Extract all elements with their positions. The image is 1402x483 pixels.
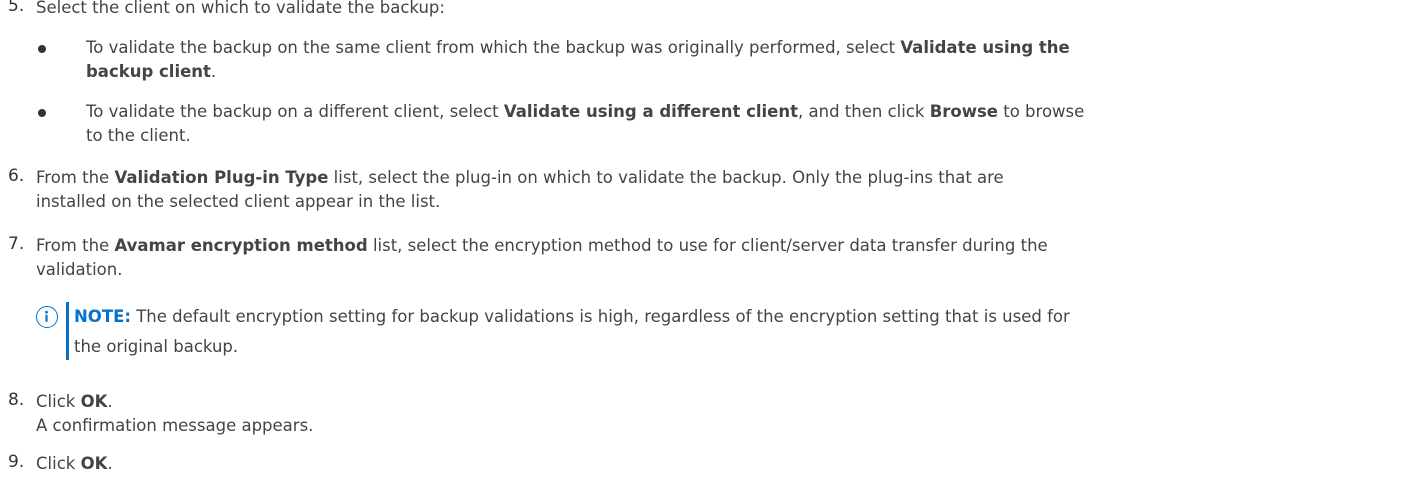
ui-label: Avamar encryption method <box>114 236 368 255</box>
step-number: 5. <box>8 0 25 16</box>
step-7: 7. From the Avamar encryption method lis… <box>8 234 1048 279</box>
ui-label: OK <box>80 454 108 473</box>
step-number: 7. <box>8 234 25 254</box>
bullet-dot-icon <box>38 45 46 53</box>
bullet-dot-icon <box>38 109 46 117</box>
step-5: 5. Select the client on which to validat… <box>0 0 1392 20</box>
step-number: 6. <box>8 166 25 186</box>
note-label: NOTE: <box>74 307 131 326</box>
step-text: Select the client on which to validate t… <box>36 0 445 17</box>
bullet-item: To validate the backup on a different cl… <box>38 100 1392 148</box>
step-number: 9. <box>8 452 25 472</box>
info-icon <box>36 306 58 328</box>
step-8: 8. Click OK. A confirmation message appe… <box>8 390 314 435</box>
ui-label: OK <box>80 392 108 411</box>
step-9: 9. Click OK. <box>8 452 113 473</box>
ui-label: Browse <box>929 102 998 121</box>
bullet-item: To validate the backup on the same clien… <box>38 36 1392 84</box>
ui-label: Validate using the <box>900 38 1070 57</box>
note-callout: NOTE: The default encryption setting for… <box>36 302 1392 360</box>
ui-label: Validate using a different client <box>503 102 799 121</box>
note-accent-bar <box>66 302 69 360</box>
ui-label: backup client <box>86 62 211 81</box>
step-6: 6. From the Validation Plug-in Type list… <box>8 166 1004 211</box>
ui-label: Validation Plug-in Type <box>114 168 329 187</box>
step-number: 8. <box>8 390 25 410</box>
